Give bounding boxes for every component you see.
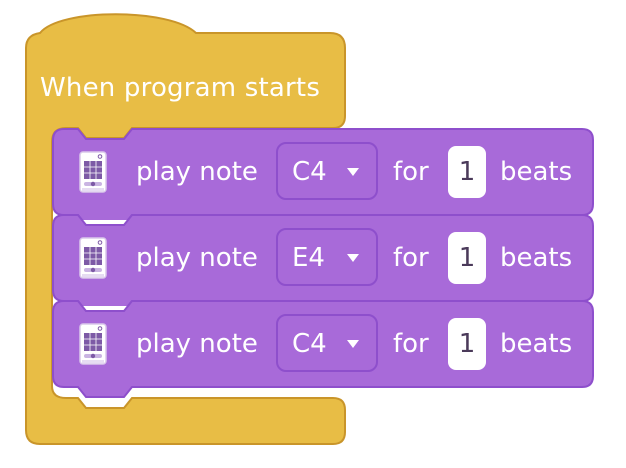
device-icon [79,237,107,279]
play-note-label: play note [136,329,258,359]
note-dropdown[interactable]: E4 [276,228,378,286]
for-label: for [393,157,429,187]
beats-label: beats [500,243,573,273]
beats-label: beats [500,157,573,187]
beats-label: beats [500,329,573,359]
for-label: for [393,243,429,273]
note-value: C4 [292,157,327,187]
note-dropdown[interactable]: C4 [276,142,378,200]
code-canvas: When program starts play note C4 for 1 b… [0,0,626,468]
beats-input[interactable]: 1 [448,318,486,370]
caret-down-icon [347,254,359,262]
play-note-block-1[interactable]: play note C4 for 1 beats [52,128,594,220]
caret-down-icon [347,168,359,176]
play-note-label: play note [136,157,258,187]
hat-block-label: When program starts [40,73,321,103]
device-icon [79,151,107,193]
caret-down-icon [347,340,359,348]
beats-input[interactable]: 1 [448,232,486,284]
play-note-block-2[interactable]: play note E4 for 1 beats [52,214,594,306]
note-value: E4 [292,243,325,273]
note-value: C4 [292,329,327,359]
for-label: for [393,329,429,359]
device-icon [79,323,107,365]
play-note-block-3[interactable]: play note C4 for 1 beats [52,300,594,398]
play-note-label: play note [136,243,258,273]
beats-input[interactable]: 1 [448,146,486,198]
note-dropdown[interactable]: C4 [276,314,378,372]
